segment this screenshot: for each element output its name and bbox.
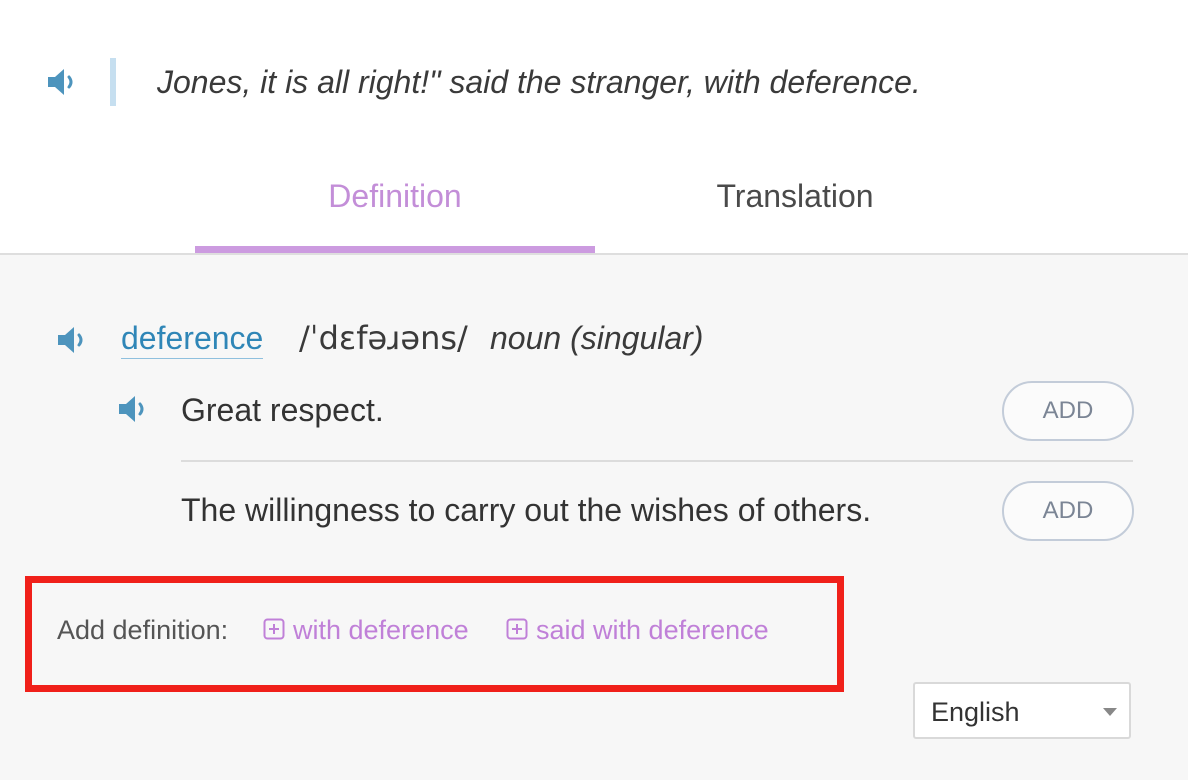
add-phrase-link-with-deference[interactable]: with deference bbox=[263, 612, 469, 649]
part-of-speech: noun (singular) bbox=[490, 320, 704, 356]
add-definition-button[interactable]: ADD bbox=[1002, 381, 1134, 441]
add-phrase-link-text: with deference bbox=[293, 615, 469, 645]
add-definition-button[interactable]: ADD bbox=[1002, 481, 1134, 541]
chevron-down-icon bbox=[1103, 708, 1117, 716]
language-select-value: English bbox=[931, 697, 1020, 727]
definition-divider bbox=[181, 460, 1133, 462]
tab-translation[interactable]: Translation bbox=[595, 176, 995, 216]
phonetic-transcription: /ˈdɛfəɹəns/ bbox=[299, 319, 468, 357]
example-sentence: Jones, it is all right!" said the strang… bbox=[157, 64, 921, 100]
add-phrase-link-text: said with deference bbox=[536, 615, 769, 645]
definition-speaker-icon[interactable] bbox=[117, 393, 149, 425]
add-phrase-link-said-with-deference[interactable]: said with deference bbox=[506, 612, 769, 649]
word-speaker-icon[interactable] bbox=[56, 324, 88, 356]
language-select[interactable]: English bbox=[913, 682, 1131, 739]
definition-text: Great respect. bbox=[181, 392, 384, 428]
add-definition-label: Add definition: bbox=[57, 615, 229, 645]
headword-link[interactable]: deference bbox=[121, 318, 264, 359]
plus-square-icon bbox=[506, 613, 528, 649]
quote-bar bbox=[110, 58, 116, 106]
sentence-speaker-icon[interactable] bbox=[46, 66, 78, 98]
plus-square-icon bbox=[263, 613, 285, 649]
tab-definition[interactable]: Definition bbox=[195, 176, 595, 216]
definition-text: The willingness to carry out the wishes … bbox=[181, 492, 872, 528]
active-tab-underline bbox=[195, 246, 595, 253]
